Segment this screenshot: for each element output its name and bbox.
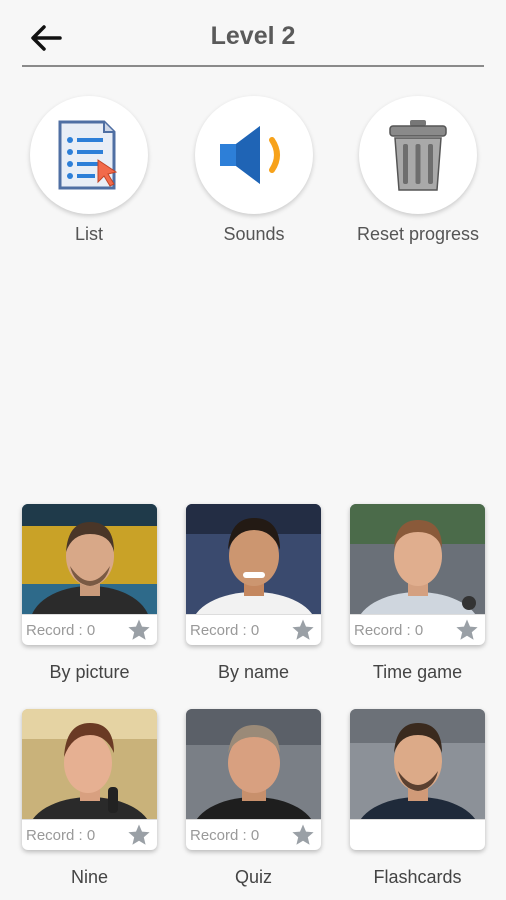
mode-quiz[interactable]: Record : 0 Quiz [186, 709, 321, 888]
header-divider [22, 65, 484, 67]
list-button-circle[interactable] [30, 96, 148, 214]
portrait-photo [22, 504, 157, 614]
record-text: Record : 0 [190, 621, 260, 639]
star-icon [128, 824, 150, 845]
record-text: Record : 0 [190, 826, 260, 844]
page-title: Level 2 [210, 22, 296, 50]
list-icon [58, 120, 118, 190]
reset-progress-button-circle[interactable] [359, 96, 477, 214]
mode-label: Flashcards [373, 867, 462, 887]
sounds-button[interactable]: Sounds [184, 96, 324, 245]
star-icon [456, 619, 478, 640]
star-icon [292, 619, 314, 640]
mode-label: Time game [372, 662, 463, 682]
header: Level 2 [0, 0, 506, 70]
mode-card[interactable]: Record : 0 [186, 504, 321, 645]
list-button[interactable]: List [19, 96, 159, 245]
portrait-photo [350, 504, 485, 614]
record-bar: Record : 0 [186, 614, 321, 645]
record-bar-empty [350, 819, 485, 850]
portrait-photo [186, 709, 321, 819]
mode-card[interactable]: Record : 0 [186, 709, 321, 850]
trash-icon [389, 120, 447, 191]
record-text: Record : 0 [354, 621, 424, 639]
mode-flashcards[interactable]: Flashcards [350, 709, 485, 888]
record-bar: Record : 0 [22, 819, 157, 850]
mode-card[interactable]: Record : 0 [22, 709, 157, 850]
star-icon [292, 824, 314, 845]
list-label: List [74, 224, 103, 244]
portrait-photo [186, 504, 321, 614]
sounds-label: Sounds [223, 224, 285, 244]
record-text: Record : 0 [26, 621, 96, 639]
mode-card[interactable]: Record : 0 [22, 504, 157, 645]
mode-label: Quiz [234, 867, 272, 887]
mode-card[interactable] [350, 709, 485, 850]
portrait-photo [22, 709, 157, 819]
reset-progress-label: Reset progress [356, 224, 480, 244]
star-icon [128, 619, 150, 640]
mode-time-game[interactable]: Record : 0 Time game [350, 504, 485, 683]
mode-card[interactable]: Record : 0 [350, 504, 485, 645]
record-bar: Record : 0 [22, 614, 157, 645]
record-bar: Record : 0 [350, 614, 485, 645]
mode-by-picture[interactable]: Record : 0 By picture [22, 504, 157, 683]
mode-nine[interactable]: Record : 0 Nine [22, 709, 157, 888]
portrait-photo [350, 709, 485, 819]
speaker-icon [220, 126, 280, 184]
sounds-button-circle[interactable] [195, 96, 313, 214]
mode-by-name[interactable]: Record : 0 By name [186, 504, 321, 683]
record-bar: Record : 0 [186, 819, 321, 850]
record-text: Record : 0 [26, 826, 96, 844]
mode-label: Nine [70, 867, 109, 887]
reset-progress-button[interactable]: Reset progress [348, 96, 488, 245]
mode-label: By name [217, 662, 290, 682]
mode-label: By picture [49, 662, 130, 682]
